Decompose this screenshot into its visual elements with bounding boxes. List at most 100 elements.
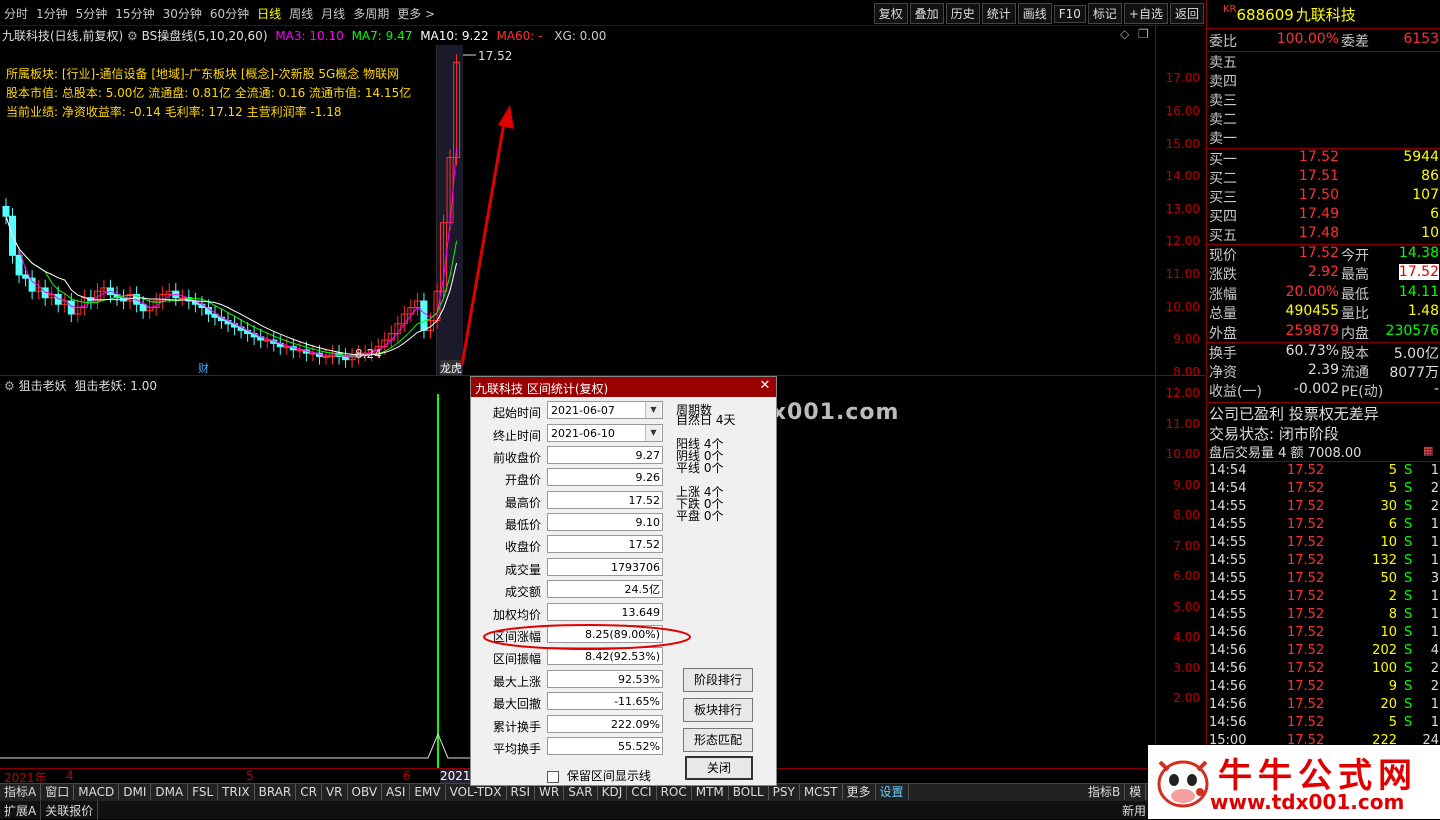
period-tab[interactable]: 30分钟 [163, 7, 202, 21]
financial-report-marker[interactable]: 财 [198, 360, 209, 376]
dialog-titlebar[interactable]: 九联科技 区间统计(复权) ✕ [471, 377, 776, 397]
indicator-tab[interactable]: FSL [188, 784, 219, 800]
tick-row[interactable]: 14:56 17.52 10 S 1 [1207, 625, 1440, 643]
bottom-tab[interactable]: 关联报价 [41, 801, 99, 820]
book-row[interactable]: 卖二 [1207, 109, 1440, 128]
toolbar-button[interactable]: 标记 [1087, 3, 1122, 24]
tick-row[interactable]: 14:56 17.52 20 S 1 [1207, 697, 1440, 715]
book-row[interactable]: 买四 17.49 6 [1207, 206, 1440, 225]
book-row[interactable]: 卖五 [1207, 52, 1440, 71]
tick-row[interactable]: 14:56 17.52 9 S 2 [1207, 679, 1440, 697]
book-row[interactable]: 卖四 [1207, 71, 1440, 90]
indicator-tab[interactable]: TRIX [218, 784, 255, 800]
toolbar-button[interactable]: +自选 [1123, 3, 1168, 24]
indicator-tab[interactable]: PSY [769, 784, 800, 800]
book-row[interactable]: 买三 17.50 107 [1207, 187, 1440, 206]
dragon-tiger-marker[interactable]: 龙虎 [440, 360, 462, 376]
tick-row[interactable]: 14:56 17.52 100 S 2 [1207, 661, 1440, 679]
toolbar-button[interactable]: 画线 [1017, 3, 1052, 24]
period-tab[interactable]: 60分钟 [210, 7, 249, 21]
close-button[interactable]: 关闭 [685, 756, 753, 780]
indicator-tab-right[interactable]: 指标B [1084, 784, 1126, 800]
indicator-tab[interactable]: VR [322, 784, 348, 800]
indicator-tab-right[interactable]: 模 [1125, 784, 1147, 800]
tick-row[interactable]: 14:55 17.52 2 S 1 [1207, 589, 1440, 607]
tick-row[interactable]: 14:55 17.52 50 S 3 [1207, 571, 1440, 589]
tick-row[interactable]: 14:54 17.52 5 S 1 [1207, 463, 1440, 481]
indicator-tab[interactable]: DMI [119, 784, 152, 800]
toolbar-button[interactable]: 返回 [1169, 3, 1204, 24]
toolbar-button[interactable]: 叠加 [909, 3, 944, 24]
restore-window-icon[interactable]: ❐ [1138, 27, 1149, 41]
indicator-tab[interactable]: DMA [151, 784, 189, 800]
indicator-tab[interactable]: 指标A [0, 784, 42, 800]
toolbar-button[interactable]: 统计 [981, 3, 1016, 24]
book-row[interactable]: 买二 17.51 86 [1207, 168, 1440, 187]
stat-down: 下跌 0个 [676, 497, 724, 511]
indicator-tab[interactable]: CR [296, 784, 322, 800]
book-row[interactable]: 卖三 [1207, 90, 1440, 109]
indicator-tick: 3.00 [1173, 660, 1200, 675]
period-tab[interactable]: 更多 > [397, 7, 435, 21]
stage-ranking-button[interactable]: 阶段排行 [683, 668, 753, 692]
toolbar-button[interactable]: 历史 [945, 3, 980, 24]
price-tick: 15.00 [1165, 136, 1200, 151]
indicator-tab[interactable]: OBV [348, 784, 383, 800]
book-row[interactable]: 卖一 [1207, 128, 1440, 147]
indicator-tab[interactable]: VOL-TDX [446, 784, 507, 800]
toolbar-button[interactable]: F10 [1053, 5, 1086, 23]
sector-ranking-button[interactable]: 板块排行 [683, 698, 753, 722]
period-tab[interactable]: 15分钟 [115, 7, 154, 21]
keep-range-line-checkbox[interactable]: 保留区间显示线 [547, 767, 651, 784]
indicator-tab[interactable]: BOLL [729, 784, 769, 800]
period-tab[interactable]: 周线 [289, 7, 313, 21]
period-tab[interactable]: 5分钟 [76, 7, 108, 21]
indicator-tab[interactable]: CCI [627, 784, 657, 800]
kline-chart-area[interactable]: 九联科技(日线,前复权) ⚙ BS操盘线(5,10,20,60) MA3: 10… [0, 25, 1205, 376]
chevron-down-icon[interactable]: ▼ [645, 425, 661, 441]
indicator-tab[interactable]: MACD [74, 784, 120, 800]
toolbar-button[interactable]: 复权 [873, 3, 908, 24]
pattern-match-button[interactable]: 形态匹配 [683, 728, 753, 752]
bottom-tab-right[interactable]: 新用 [1118, 801, 1152, 820]
period-tab[interactable]: 多周期 [353, 7, 389, 21]
indicator-tab[interactable]: 更多 [843, 784, 876, 800]
diamond-icon[interactable]: ◇ [1120, 27, 1129, 41]
period-tab[interactable]: 日线 [257, 7, 281, 21]
cow-logo-icon [1157, 760, 1209, 808]
tick-row[interactable]: 14:56 17.52 5 S 1 [1207, 715, 1440, 733]
tick-row[interactable]: 14:55 17.52 132 S 1 [1207, 553, 1440, 571]
tick-row[interactable]: 14:55 17.52 30 S 2 [1207, 499, 1440, 517]
period-tab[interactable]: 月线 [321, 7, 345, 21]
period-tab[interactable]: 1分钟 [36, 7, 68, 21]
indicator-tab[interactable]: ASI [382, 784, 411, 800]
indicator-tab[interactable]: BRAR [255, 784, 297, 800]
tick-row[interactable]: 14:55 17.52 6 S 1 [1207, 517, 1440, 535]
indicator-tab[interactable]: 设置 [876, 784, 909, 800]
table-icon[interactable]: ▦ [1423, 444, 1433, 457]
indicator-tab[interactable]: ROC [657, 784, 692, 800]
tick-row[interactable]: 14:56 17.52 202 S 4 [1207, 643, 1440, 661]
indicator-tab[interactable]: KDJ [598, 784, 628, 800]
tick-row[interactable]: 14:54 17.52 5 S 2 [1207, 481, 1440, 499]
chevron-down-icon[interactable]: ▼ [645, 402, 661, 418]
indicator-tab[interactable]: WR [535, 784, 565, 800]
indicator-tab[interactable]: MCST [800, 784, 843, 800]
indicator-tab[interactable]: MTM [692, 784, 729, 800]
tick-row[interactable]: 14:55 17.52 10 S 1 [1207, 535, 1440, 553]
book-row[interactable]: 买五 17.48 10 [1207, 225, 1440, 244]
close-icon[interactable]: ✕ [757, 378, 773, 394]
indicator-panel-title[interactable]: 狙击老妖 [19, 379, 67, 393]
bottom-tab[interactable]: 扩展A [0, 801, 42, 820]
indicator-tab[interactable]: EMV [410, 784, 446, 800]
indicator-settings-icon[interactable]: ⚙ [127, 29, 138, 43]
field-value: 9.27 [547, 445, 663, 464]
tick-row[interactable]: 14:55 17.52 8 S 1 [1207, 607, 1440, 625]
indicator-tab[interactable]: 窗口 [41, 784, 75, 800]
indicator-tab[interactable]: RSI [507, 784, 536, 800]
indicator-name[interactable]: BS操盘线(5,10,20,60) [142, 29, 268, 43]
settings-icon[interactable]: ⚙ [4, 379, 15, 393]
book-row[interactable]: 买一 17.52 5944 [1207, 149, 1440, 168]
indicator-tab[interactable]: SAR [564, 784, 598, 800]
period-tab[interactable]: 分时 [4, 7, 28, 21]
